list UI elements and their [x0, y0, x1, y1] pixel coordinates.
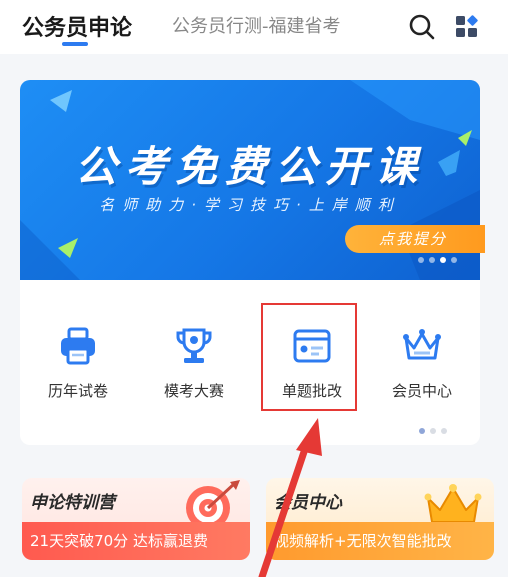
banner-cta-button[interactable]: 点我提分	[345, 225, 485, 253]
banner-subtitle: 名师助力·学习技巧·上岸顺利	[99, 196, 401, 214]
promo-title: 会员中心	[274, 493, 342, 513]
feature-pagination	[419, 428, 447, 434]
banner-dot	[451, 257, 457, 263]
banner-dot	[429, 257, 435, 263]
feature-past-papers[interactable]: 历年试卷	[28, 324, 128, 401]
search-icon[interactable]	[407, 12, 437, 42]
top-bar: 公务员申论 公务员行测-福建省考	[0, 0, 508, 54]
banner-title: 公考免费公开课	[74, 142, 425, 191]
feature-label: 历年试卷	[47, 382, 108, 400]
tab-shenlun[interactable]: 公务员申论	[22, 10, 132, 42]
promo-subtitle: 21天突破70分 达标赢退费	[22, 522, 250, 560]
feature-label: 模考大赛	[163, 382, 224, 400]
feature-mock-contest[interactable]: 模考大赛	[144, 324, 244, 401]
card-dot-active	[419, 428, 425, 434]
banner-pagination	[418, 257, 457, 265]
annotation-highlight-box	[261, 303, 357, 411]
card-dot	[430, 428, 436, 434]
card-dot	[441, 428, 447, 434]
active-tab-indicator	[62, 42, 88, 46]
tab-xingce-fujian[interactable]: 公务员行测-福建省考	[172, 12, 341, 38]
promo-subtitle: 视频解析+无限次智能批改	[266, 522, 494, 560]
promo-card-training-camp[interactable]: 申论特训营 21天突破70分 达标赢退费	[22, 478, 250, 560]
banner-dot-active	[440, 257, 446, 263]
grid-menu-icon[interactable]	[452, 12, 482, 42]
promo-card-member-center[interactable]: 会员中心 视频解析+无限次智能批改	[266, 478, 494, 560]
feature-grid-card: 历年试卷 模考大赛 单题批改 会员中心	[20, 280, 480, 445]
crown-icon	[403, 329, 441, 360]
feature-label: 会员中心	[391, 382, 452, 400]
banner-dot	[418, 257, 424, 263]
promo-title: 申论特训营	[30, 493, 115, 513]
exam-paper-printer-icon	[61, 327, 95, 365]
feature-member-center[interactable]: 会员中心	[372, 324, 472, 401]
trophy-icon	[176, 328, 212, 363]
